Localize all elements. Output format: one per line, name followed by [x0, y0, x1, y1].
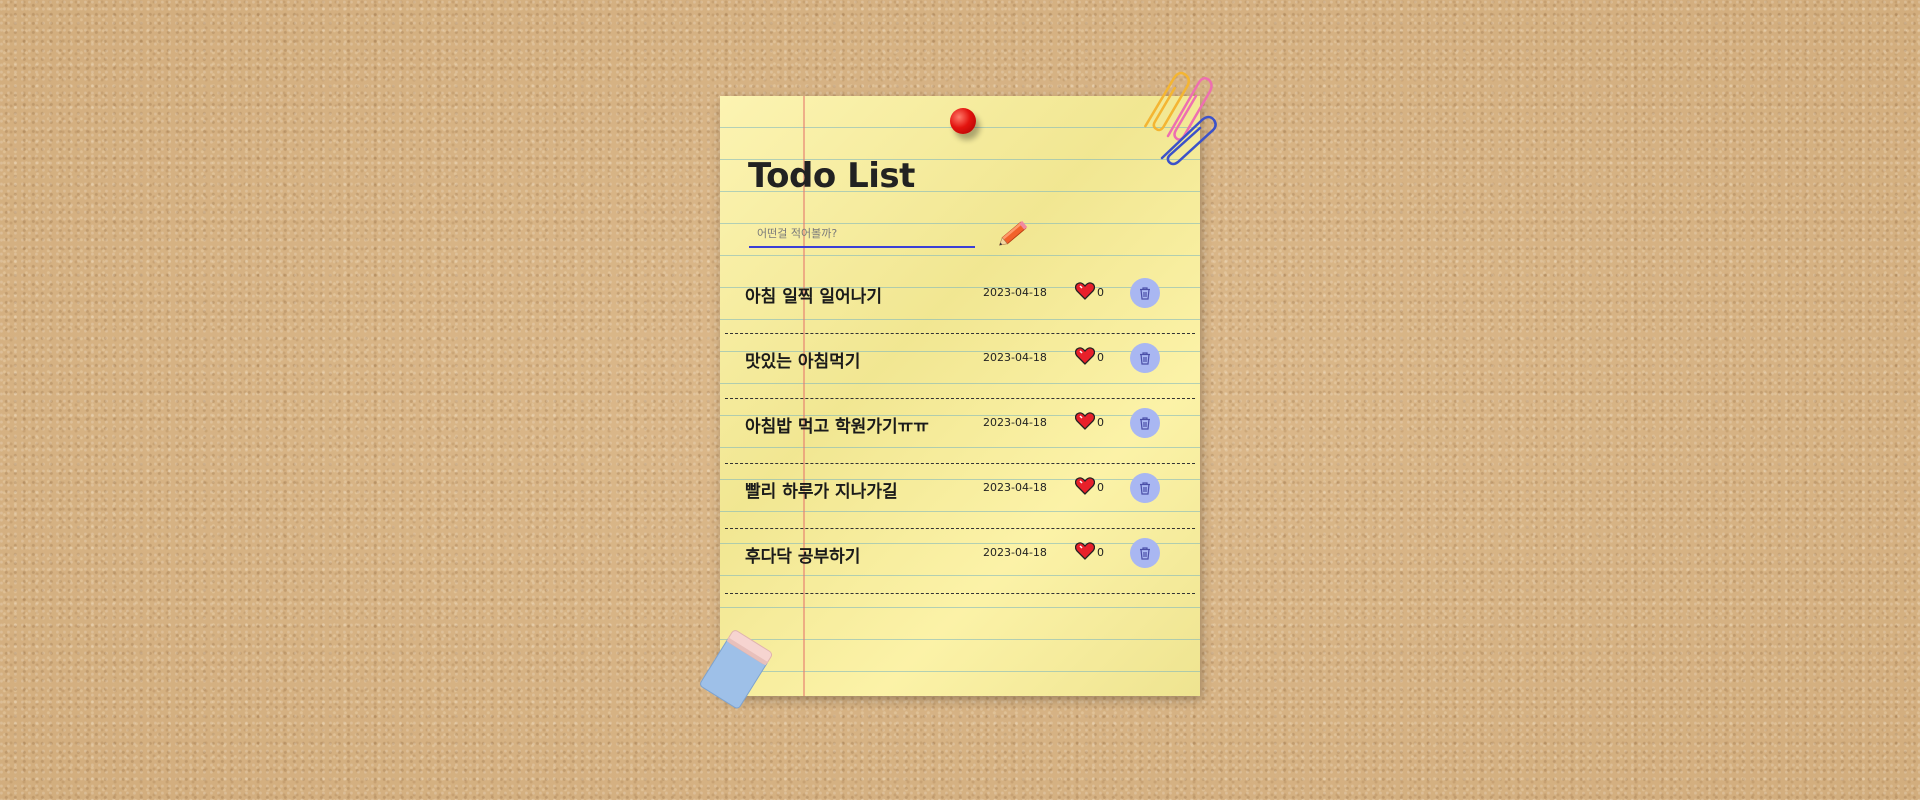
todo-item: 아침밥 먹고 학원가기ㅠㅠ 2023-04-18 0 [725, 400, 1195, 464]
like-count: 0 [1097, 416, 1104, 429]
todo-date: 2023-04-18 [983, 416, 1047, 429]
todo-input[interactable] [749, 220, 975, 246]
todo-text: 맛있는 아침먹기 [745, 352, 861, 372]
delete-button[interactable] [1130, 408, 1160, 438]
trash-icon [1140, 352, 1150, 365]
pushpin-icon [950, 108, 976, 134]
like-count: 0 [1097, 481, 1104, 494]
todo-item: 아침 일찍 일어나기 2023-04-18 0 [725, 270, 1195, 334]
trash-icon [1140, 547, 1150, 560]
todo-list: 아침 일찍 일어나기 2023-04-18 0 맛있는 아침먹기 2023-04… [725, 270, 1195, 595]
like-count: 0 [1097, 286, 1104, 299]
trash-icon [1140, 287, 1150, 300]
todo-text: 아침 일찍 일어나기 [745, 287, 882, 307]
todo-date: 2023-04-18 [983, 286, 1047, 299]
todo-item: 맛있는 아침먹기 2023-04-18 0 [725, 335, 1195, 399]
eraser-icon [700, 630, 773, 709]
delete-button[interactable] [1130, 343, 1160, 373]
todo-item: 빨리 하루가 지나가길 2023-04-18 0 [725, 465, 1195, 529]
delete-button[interactable] [1130, 278, 1160, 308]
todo-date: 2023-04-18 [983, 546, 1047, 559]
like-count: 0 [1097, 351, 1104, 364]
page-title: Todo List [748, 156, 915, 196]
heart-icon[interactable] [1075, 347, 1095, 365]
todo-text: 빨리 하루가 지나가길 [745, 482, 898, 502]
trash-icon [1140, 482, 1150, 495]
heart-icon[interactable] [1075, 412, 1095, 430]
heart-icon[interactable] [1075, 542, 1095, 560]
delete-button[interactable] [1130, 473, 1160, 503]
like-count: 0 [1097, 546, 1104, 559]
todo-date: 2023-04-18 [983, 351, 1047, 364]
heart-icon[interactable] [1075, 477, 1095, 495]
paperclip-icon [1144, 71, 1217, 166]
delete-button[interactable] [1130, 538, 1160, 568]
trash-icon [1140, 417, 1150, 430]
heart-icon[interactable] [1075, 282, 1095, 300]
todo-date: 2023-04-18 [983, 481, 1047, 494]
todo-input-wrapper [749, 220, 975, 248]
todo-text: 아침밥 먹고 학원가기ㅠㅠ [745, 417, 929, 437]
todo-item: 후다닥 공부하기 2023-04-18 0 [725, 530, 1195, 594]
pencil-icon[interactable] [996, 216, 1032, 250]
todo-text: 후다닥 공부하기 [745, 547, 861, 567]
